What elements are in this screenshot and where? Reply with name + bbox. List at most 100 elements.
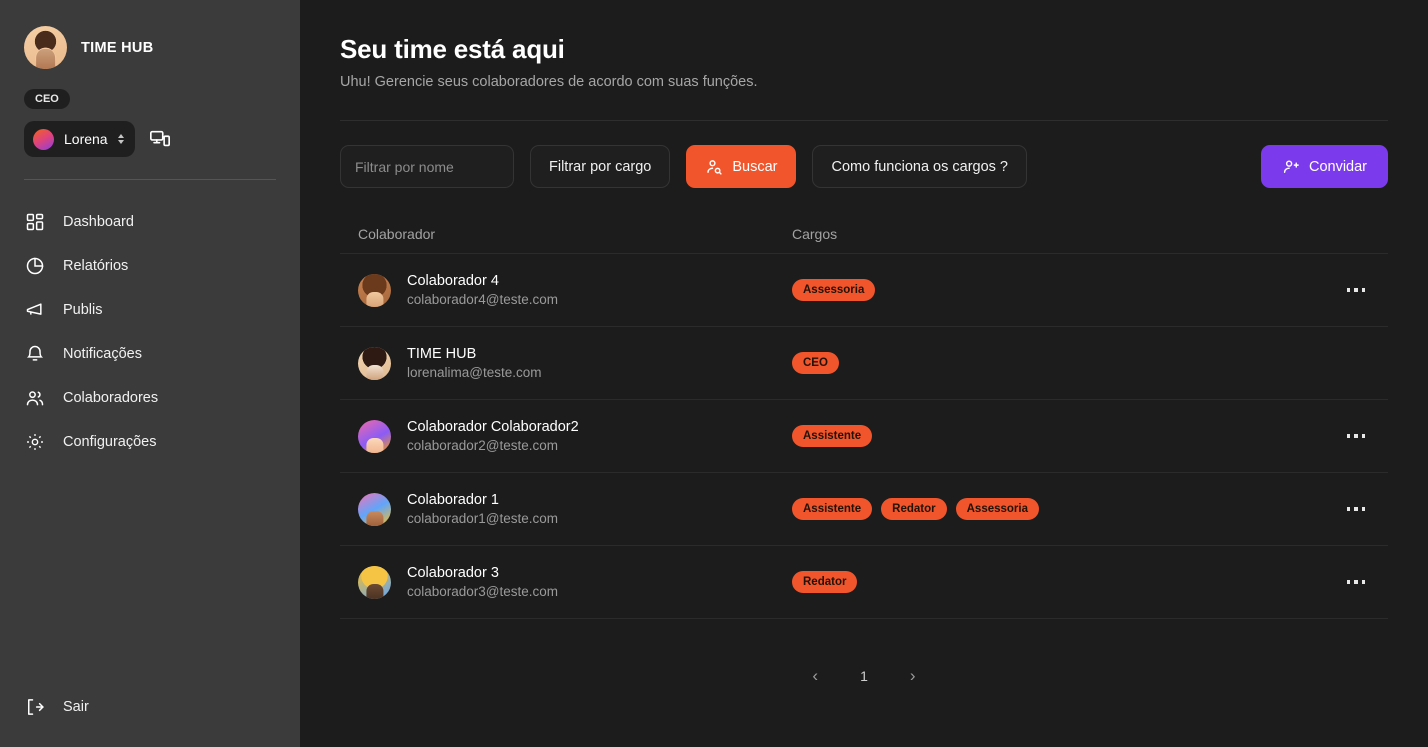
table-row: Colaborador 1 colaborador1@teste.com Ass…	[340, 473, 1388, 546]
cell-collaborator: Colaborador 1 colaborador1@teste.com	[340, 492, 792, 526]
collaborator-name: Colaborador Colaborador2	[407, 419, 579, 435]
sidebar-item-dashboard[interactable]: Dashboard	[0, 200, 300, 244]
row-menu-button[interactable]	[1346, 434, 1366, 438]
table-header: Colaborador Cargos	[340, 214, 1388, 254]
sidebar-item-logout[interactable]: Sair	[0, 685, 89, 729]
role-badge: CEO	[24, 89, 70, 109]
avatar	[358, 346, 391, 380]
cell-collaborator: Colaborador 3 colaborador3@teste.com	[340, 565, 792, 599]
avatar	[358, 492, 391, 526]
sidebar-item-label: Dashboard	[63, 214, 134, 230]
avatar	[358, 273, 391, 307]
user-name: Lorena	[64, 131, 108, 147]
sidebar-item-configuracoes[interactable]: Configurações	[0, 420, 300, 464]
collaborator-name: Colaborador 1	[407, 492, 499, 508]
sidebar-item-label: Sair	[63, 699, 89, 715]
cell-collaborator: Colaborador 4 colaborador4@teste.com	[340, 273, 792, 307]
sidebar-item-colaboradores[interactable]: Colaboradores	[0, 376, 300, 420]
collaborator-email: colaborador3@teste.com	[407, 584, 559, 599]
collaborator-email: colaborador4@teste.com	[407, 292, 559, 307]
table-row: TIME HUB lorenalima@teste.com CEO	[340, 327, 1388, 400]
sidebar-item-label: Publis	[63, 302, 103, 318]
how-roles-work-button[interactable]: Como funciona os cargos ?	[812, 145, 1027, 188]
role-badge: CEO	[792, 352, 839, 374]
grid-icon	[25, 212, 45, 232]
sidebar-divider	[24, 179, 276, 180]
search-button[interactable]: Buscar	[686, 145, 797, 188]
page-title: Seu time está aqui	[340, 34, 565, 64]
invite-button-label: Convidar	[1308, 158, 1367, 175]
cell-roles: Redator	[792, 571, 1324, 593]
row-menu-button[interactable]	[1346, 580, 1366, 584]
sidebar-profile: TIME HUB	[0, 0, 300, 69]
cell-actions	[1324, 507, 1388, 511]
current-page[interactable]: 1	[860, 668, 868, 684]
main-content: Seu time está aqui Uhu! Gerencie seus co…	[300, 0, 1428, 747]
cell-actions	[1324, 580, 1388, 584]
column-header-collaborator: Colaborador	[358, 225, 436, 242]
cell-roles: CEO	[792, 352, 1324, 374]
invite-button[interactable]: Convidar	[1260, 145, 1388, 188]
sidebar-item-label: Colaboradores	[63, 390, 159, 406]
cell-collaborator: Colaborador Colaborador2 colaborador2@te…	[340, 419, 792, 453]
table-row: Colaborador 3 colaborador3@teste.com Red…	[340, 546, 1388, 619]
column-header-roles: Cargos	[792, 225, 838, 242]
sidebar-item-notificacoes[interactable]: Notificações	[0, 332, 300, 376]
role-badge: Assessoria	[955, 498, 1039, 520]
users-icon	[25, 388, 45, 408]
role-badge: Redator	[881, 498, 947, 520]
row-menu-button[interactable]	[1346, 288, 1366, 292]
search-button-label: Buscar	[732, 158, 778, 175]
sidebar-item-relatorios[interactable]: Relatórios	[0, 244, 300, 288]
cell-actions	[1324, 288, 1388, 292]
chevron-right-icon[interactable]: ›	[910, 667, 916, 684]
name-filter-input[interactable]	[340, 145, 514, 188]
sidebar: TIME HUB CEO Lorena Dashboard Relatórios…	[0, 0, 300, 747]
avatar	[358, 565, 391, 599]
sidebar-item-label: Relatórios	[63, 258, 129, 274]
collaborator-email: lorenalima@teste.com	[407, 365, 542, 380]
user-plus-icon	[1282, 158, 1300, 176]
cell-roles: Assistente Redator Assessoria	[792, 498, 1324, 520]
avatar	[24, 26, 67, 69]
collaborator-email: colaborador2@teste.com	[407, 438, 559, 453]
table-row: Colaborador 4 colaborador4@teste.com Ass…	[340, 254, 1388, 327]
sidebar-nav: Dashboard Relatórios Publis Notificações…	[0, 200, 300, 464]
cell-roles: Assessoria	[792, 279, 1324, 301]
chevron-left-icon[interactable]: ‹	[812, 667, 818, 684]
role-badge: Assessoria	[792, 279, 876, 301]
logout-icon	[25, 697, 45, 717]
bell-icon	[25, 344, 45, 364]
cell-actions	[1324, 434, 1388, 438]
role-badge: Assistente	[792, 498, 873, 520]
row-menu-button[interactable]	[1346, 507, 1366, 511]
header-divider	[340, 120, 1388, 121]
collaborator-email: colaborador1@teste.com	[407, 511, 559, 526]
user-search-icon	[705, 158, 723, 176]
role-badge: Assistente	[792, 425, 873, 447]
collaborators-table: Colaborador Cargos Colaborador 4 colabor…	[340, 214, 1388, 619]
sidebar-item-publis[interactable]: Publis	[0, 288, 300, 332]
cell-roles: Assistente	[792, 425, 1324, 447]
collaborator-name: TIME HUB	[407, 346, 477, 362]
sidebar-user-row: Lorena	[0, 109, 300, 157]
user-color-dot	[33, 128, 54, 150]
role-filter-button[interactable]: Filtrar por cargo	[530, 145, 671, 188]
collaborator-name: Colaborador 4	[407, 273, 499, 289]
gear-icon	[25, 432, 45, 452]
org-name: TIME HUB	[81, 39, 154, 56]
cell-collaborator: TIME HUB lorenalima@teste.com	[340, 346, 792, 380]
pagination: ‹ 1 ›	[340, 667, 1388, 684]
sidebar-item-label: Configurações	[63, 434, 157, 450]
user-switcher[interactable]: Lorena	[24, 121, 135, 157]
collaborator-name: Colaborador 3	[407, 565, 499, 581]
megaphone-icon	[25, 300, 45, 320]
role-badge: Redator	[792, 571, 858, 593]
sidebar-item-label: Notificações	[63, 346, 142, 362]
pie-chart-icon	[25, 256, 45, 276]
page-subtitle: Uhu! Gerencie seus colaboradores de acor…	[340, 74, 758, 90]
devices-icon[interactable]	[149, 128, 171, 150]
avatar	[358, 419, 391, 453]
toolbar: Filtrar por cargo Buscar Como funciona o…	[340, 145, 1388, 188]
table-row: Colaborador Colaborador2 colaborador2@te…	[340, 400, 1388, 473]
